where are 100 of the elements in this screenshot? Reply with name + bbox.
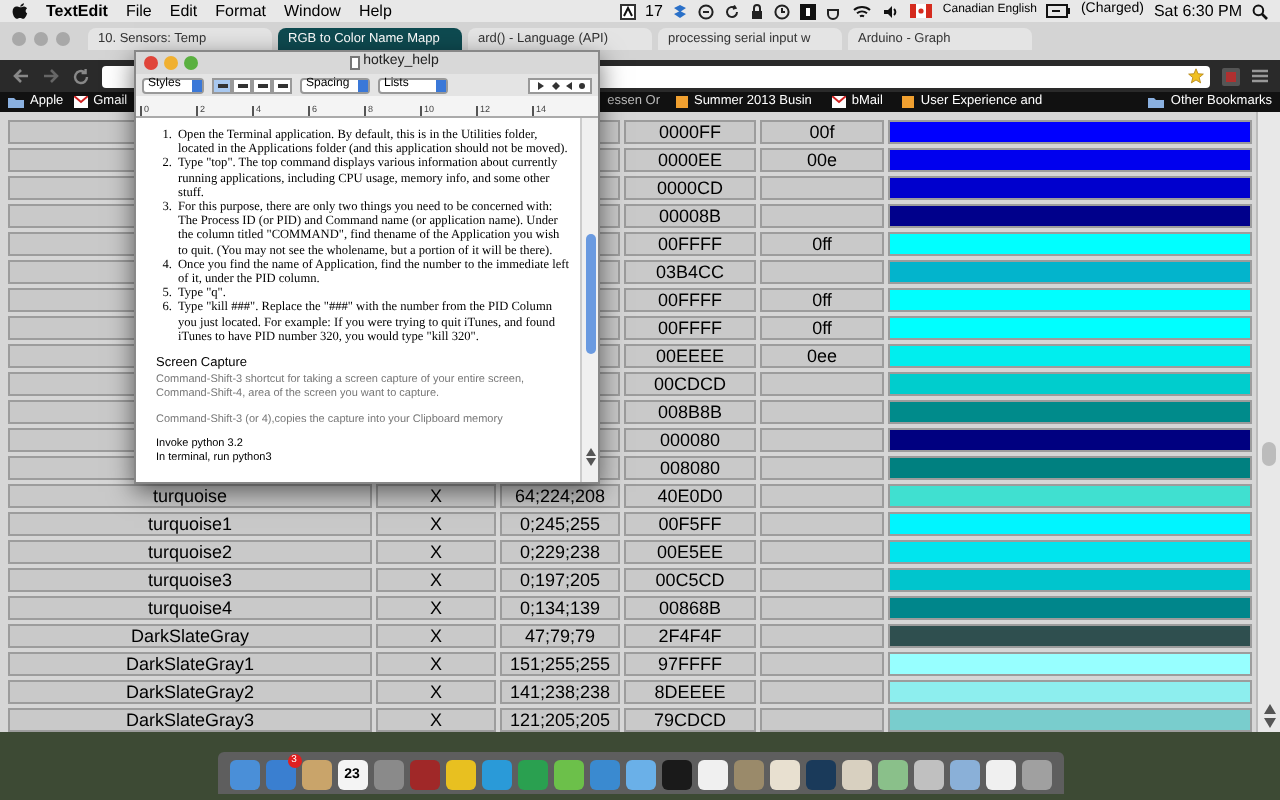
battery-icon[interactable] bbox=[1046, 4, 1071, 18]
table-cell: 00C5CD bbox=[624, 568, 756, 592]
table-cell: X bbox=[376, 652, 496, 676]
table-cell: 00CDCD bbox=[624, 372, 756, 396]
app-icon[interactable] bbox=[877, 760, 907, 790]
scroll-down-arrow-icon[interactable] bbox=[585, 458, 595, 466]
table-cell: 0;245;255 bbox=[500, 512, 620, 536]
table-cell: 00e bbox=[760, 148, 884, 172]
empty-cell bbox=[760, 176, 884, 200]
list-controls-icon[interactable] bbox=[528, 77, 592, 93]
speaker-icon[interactable] bbox=[882, 3, 901, 19]
app-icon[interactable] bbox=[1021, 760, 1051, 790]
alignment-button[interactable] bbox=[232, 77, 252, 93]
lock-icon[interactable] bbox=[750, 3, 765, 19]
folder-icon bbox=[8, 96, 24, 108]
table-cell: 0;197;205 bbox=[500, 568, 620, 592]
app-icon[interactable] bbox=[985, 760, 1015, 790]
canadian-flag-icon[interactable] bbox=[910, 4, 933, 18]
sync-icon[interactable] bbox=[724, 3, 741, 19]
clock-icon[interactable] bbox=[774, 3, 791, 19]
folder-icon bbox=[1148, 96, 1165, 108]
table-cell: 008B8B bbox=[624, 400, 756, 424]
wifi-icon[interactable] bbox=[852, 3, 873, 19]
table-cell: turquoise bbox=[8, 484, 372, 508]
forward-arrow-icon[interactable] bbox=[42, 68, 60, 84]
alignment-button[interactable] bbox=[252, 77, 272, 93]
empty-cell bbox=[760, 652, 884, 676]
table-cell: 03B4CC bbox=[624, 260, 756, 284]
table-cell: 64;224;208 bbox=[500, 484, 620, 508]
menu-item[interactable]: Format bbox=[215, 0, 266, 23]
empty-cell bbox=[8, 232, 134, 256]
menu-clock[interactable]: Sat 6:30 PM bbox=[1153, 0, 1242, 23]
empty-cell bbox=[8, 316, 134, 340]
table-cell: 0ee bbox=[760, 344, 884, 368]
app-icon[interactable] bbox=[301, 760, 331, 790]
menu-item[interactable]: Edit bbox=[169, 0, 198, 23]
empty-cell bbox=[760, 456, 884, 480]
cup-icon[interactable] bbox=[826, 3, 843, 19]
app-icon[interactable] bbox=[625, 760, 655, 790]
alignment-button[interactable] bbox=[212, 77, 232, 93]
empty-cell bbox=[760, 680, 884, 704]
close-button[interactable] bbox=[144, 56, 158, 70]
app-status-icon[interactable] bbox=[800, 3, 817, 19]
table-cell: DarkSlateGray3 bbox=[8, 708, 372, 732]
app-icon[interactable] bbox=[553, 760, 583, 790]
table-cell: 00F5FF bbox=[624, 512, 756, 536]
empty-cell bbox=[8, 428, 134, 452]
search-icon[interactable] bbox=[1252, 3, 1268, 19]
table-cell: 0000EE bbox=[624, 148, 756, 172]
app-icon[interactable] bbox=[949, 760, 979, 790]
menu-item[interactable]: File bbox=[125, 0, 152, 23]
menu-item[interactable]: Help bbox=[358, 0, 392, 23]
apple-logo-icon[interactable] bbox=[12, 2, 28, 20]
table-cell: X bbox=[376, 568, 496, 592]
app-icon[interactable] bbox=[913, 760, 943, 790]
app-icon[interactable] bbox=[841, 760, 871, 790]
page-favicon-icon bbox=[675, 96, 688, 108]
table-cell: 0;134;139 bbox=[500, 596, 620, 620]
empty-cell bbox=[8, 400, 134, 424]
scroll-thumb[interactable] bbox=[585, 234, 595, 354]
table-cell: 151;255;255 bbox=[500, 652, 620, 676]
table-cell: 00008B bbox=[624, 204, 756, 228]
alignment-button[interactable] bbox=[272, 77, 292, 93]
scroll-up-arrow-icon[interactable] bbox=[585, 448, 595, 456]
circle-icon[interactable] bbox=[698, 3, 715, 19]
table-cell: 00868B bbox=[624, 596, 756, 620]
table-cell: 00FFFF bbox=[624, 288, 756, 312]
table-cell: 40E0D0 bbox=[624, 484, 756, 508]
table-cell: 0;229;238 bbox=[500, 540, 620, 564]
app-icon[interactable] bbox=[697, 760, 727, 790]
table-cell: X bbox=[376, 540, 496, 564]
table-cell: 0ff bbox=[760, 232, 884, 256]
table-cell: 00E5EE bbox=[624, 540, 756, 564]
menu-item[interactable]: Window bbox=[284, 0, 341, 23]
menu-icon[interactable] bbox=[1252, 68, 1268, 84]
app-icon[interactable] bbox=[769, 760, 799, 790]
empty-cell bbox=[8, 176, 134, 200]
table-cell: turquoise3 bbox=[8, 568, 372, 592]
table-cell: 121;205;205 bbox=[500, 708, 620, 732]
scroll-thumb[interactable] bbox=[1262, 442, 1276, 466]
scroll-up-arrow-icon[interactable] bbox=[1263, 704, 1275, 714]
back-arrow-icon[interactable] bbox=[12, 68, 30, 84]
menu-app-name[interactable]: TextEdit bbox=[46, 0, 108, 23]
table-cell: 141;238;238 bbox=[500, 680, 620, 704]
scroll-down-arrow-icon[interactable] bbox=[1263, 718, 1275, 728]
extension-icon[interactable] bbox=[1222, 67, 1240, 85]
empty-cell bbox=[8, 456, 134, 480]
star-icon[interactable] bbox=[1188, 68, 1204, 84]
empty-cell bbox=[8, 288, 134, 312]
app-icon[interactable] bbox=[661, 760, 691, 790]
empty-cell bbox=[760, 484, 884, 508]
table-cell: 2F4F4F bbox=[624, 624, 756, 648]
empty-cell bbox=[760, 428, 884, 452]
empty-cell bbox=[760, 568, 884, 592]
app-icon[interactable] bbox=[445, 760, 475, 790]
reload-icon[interactable] bbox=[72, 67, 90, 85]
table-cell: 0ff bbox=[760, 316, 884, 340]
table-cell: X bbox=[376, 512, 496, 536]
document-icon bbox=[349, 56, 360, 70]
table-cell: 97FFFF bbox=[624, 652, 756, 676]
